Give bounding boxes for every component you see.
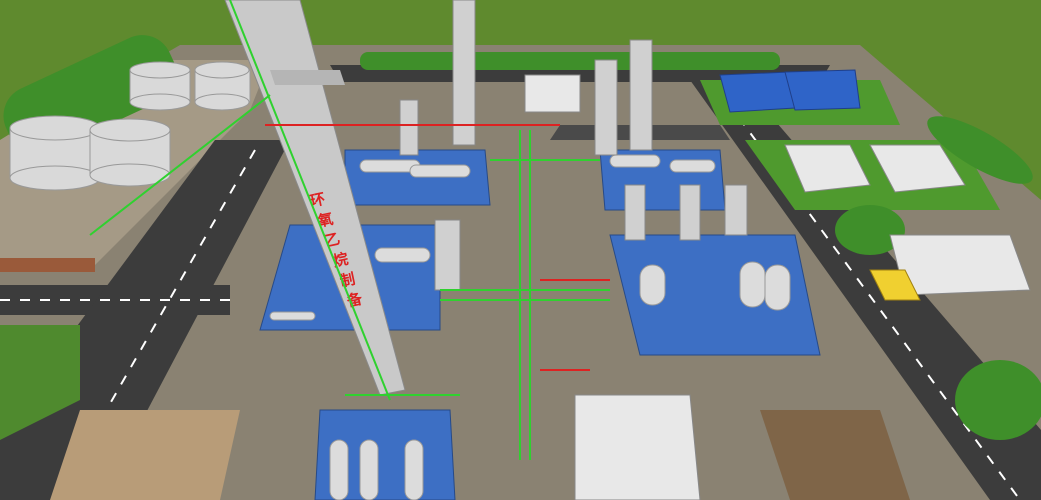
warehouses (719, 69, 861, 113)
sand-pad (50, 410, 240, 500)
tank-farm-wall (0, 258, 95, 272)
plant-scene[interactable]: 环 氧 乙 烷 制 备 (0, 0, 1041, 500)
